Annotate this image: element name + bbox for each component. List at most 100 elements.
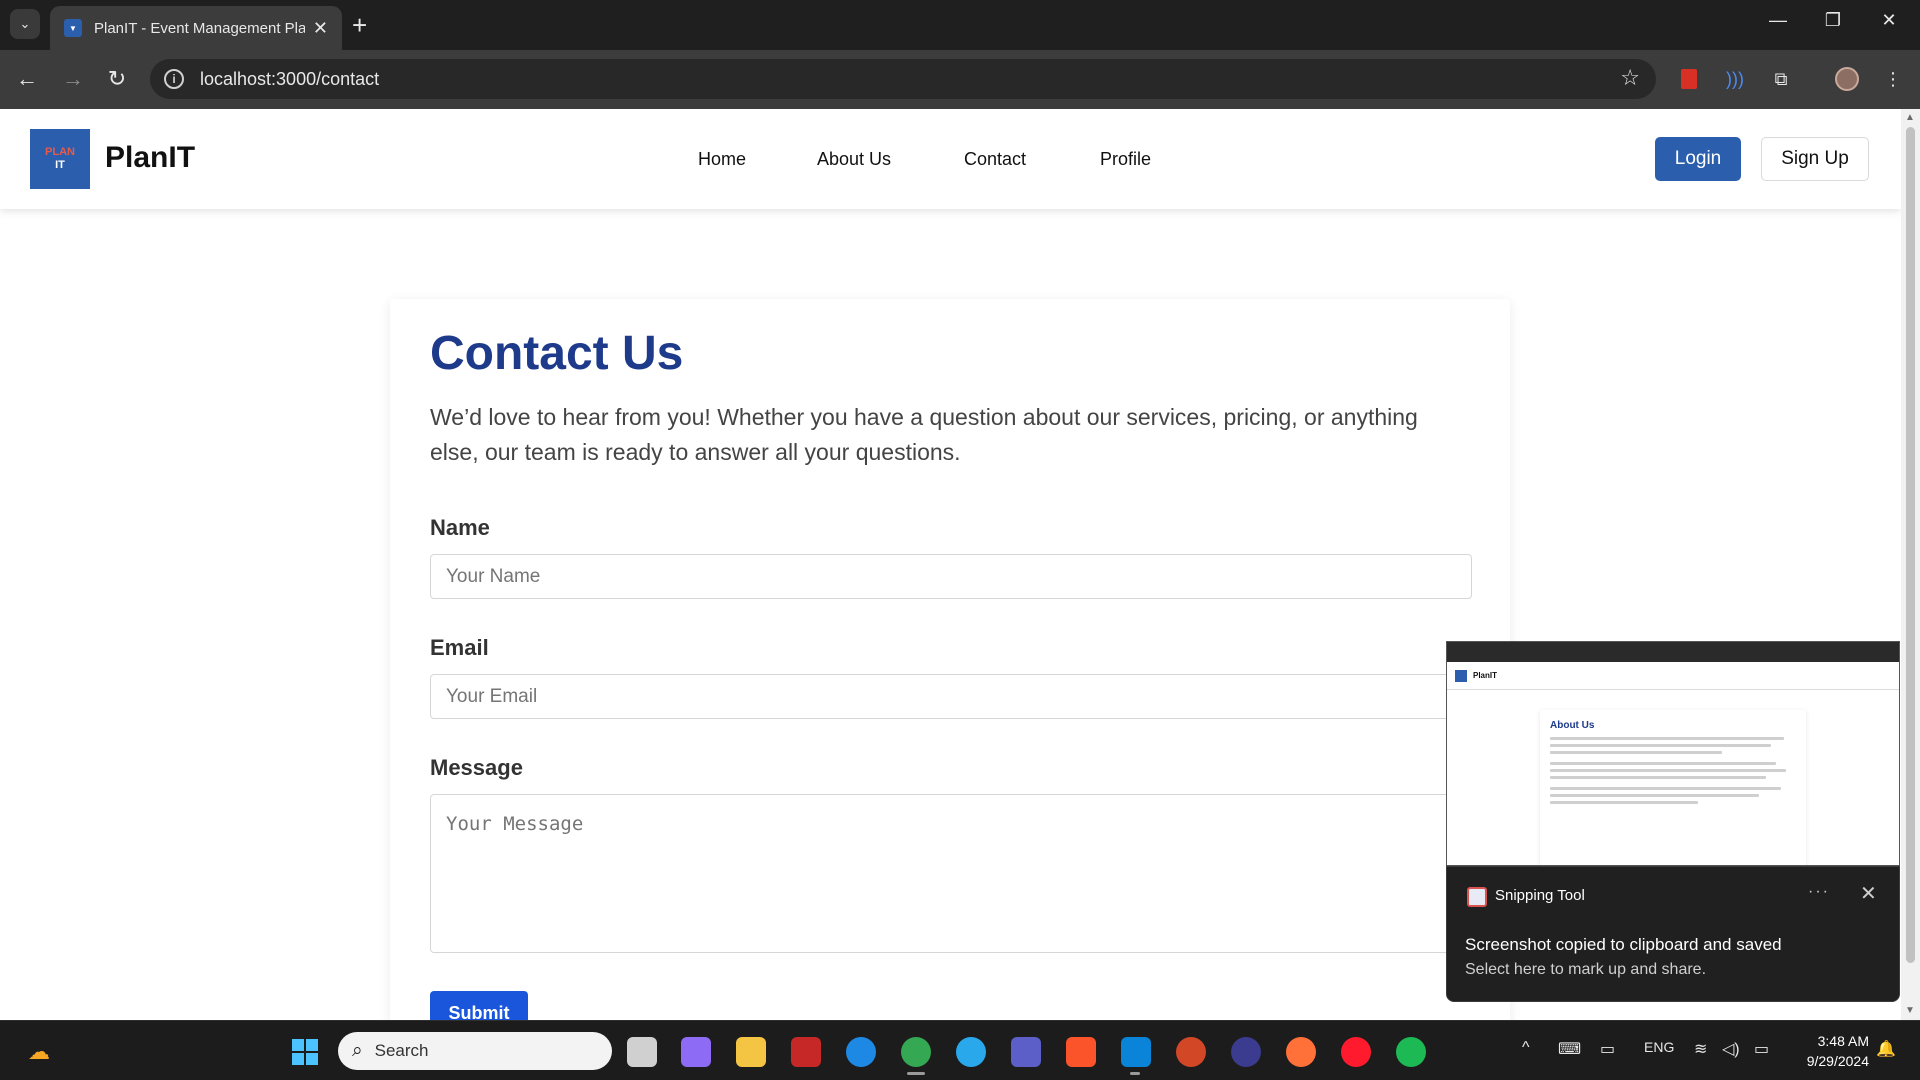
snip-logo-icon [1455, 669, 1467, 682]
address-bar[interactable]: i localhost:3000/contact ☆ [150, 59, 1656, 99]
snip-text-line [1550, 762, 1777, 765]
nav-contact[interactable]: Contact [964, 149, 1026, 170]
tab-favicon-icon: ▼ [64, 19, 82, 37]
snip-text-line [1550, 737, 1784, 740]
nav-home[interactable]: Home [698, 149, 746, 170]
clock-time: 3:48 AM [1817, 1033, 1869, 1049]
profile-avatar[interactable] [1834, 66, 1860, 92]
language-indicator[interactable]: ENG [1644, 1039, 1674, 1055]
file-explorer-icon[interactable] [736, 1037, 766, 1067]
task-view-icon[interactable] [627, 1037, 657, 1067]
message-field[interactable] [430, 794, 1472, 953]
chrome-active-indicator [907, 1072, 925, 1075]
vscode-icon[interactable] [1121, 1037, 1151, 1067]
snip-chrome [1447, 642, 1899, 662]
browser-tab[interactable]: ▼ PlanIT - Event Management Pla ✕ [50, 6, 342, 50]
notification-bell-icon[interactable]: 🔔 [1876, 1039, 1896, 1059]
tab-title: PlanIT - Event Management Pla [94, 19, 305, 37]
snip-text-line [1550, 787, 1782, 790]
browser-toolbar: ← → ↻ i localhost:3000/contact ☆ ))) ⧉ ⋮ [0, 50, 1920, 109]
new-tab-button[interactable]: + [352, 10, 367, 40]
brave-icon[interactable] [1066, 1037, 1096, 1067]
browser-menu-icon[interactable]: ⋮ [1880, 66, 1906, 92]
teams-icon[interactable] [1011, 1037, 1041, 1067]
bookmark-star-icon[interactable]: ☆ [1620, 65, 1640, 91]
nav-about-us[interactable]: About Us [817, 149, 891, 170]
tab-search-dropdown[interactable]: ⌄ [10, 9, 40, 39]
display-icon[interactable]: ▭ [1600, 1039, 1615, 1059]
extension-red-icon[interactable] [1676, 66, 1702, 92]
spotify-icon[interactable] [1396, 1037, 1426, 1067]
extension-audio-icon[interactable]: ))) [1722, 66, 1748, 92]
telegram-icon[interactable] [956, 1037, 986, 1067]
snip-text-line [1550, 794, 1760, 797]
browser-tab-strip: ⌄ ▼ PlanIT - Event Management Pla ✕ + — … [0, 0, 1920, 50]
site-header: PLAN IT PlanIT Home About Us Contact Pro… [0, 109, 1901, 209]
extensions-puzzle-icon[interactable]: ⧉ [1768, 66, 1794, 92]
snip-card: About Us [1540, 710, 1806, 865]
toast-message: Screenshot copied to clipboard and saved [1465, 935, 1782, 954]
snip-card-title: About Us [1550, 720, 1595, 731]
snip-text-line [1550, 801, 1698, 804]
nav-profile[interactable]: Profile [1100, 149, 1151, 170]
snip-thumbnail[interactable]: PlanIT About Us [1446, 641, 1900, 866]
wifi-icon[interactable]: ≋ [1694, 1039, 1707, 1059]
show-hidden-icons-icon[interactable]: ^ [1522, 1039, 1530, 1057]
chevron-down-icon: ⌄ [19, 16, 31, 31]
clock[interactable]: 3:48 AM 9/29/2024 [1795, 1031, 1869, 1071]
scrollbar-thumb[interactable] [1906, 127, 1915, 963]
brand-name[interactable]: PlanIT [105, 141, 195, 175]
app-red-icon[interactable] [791, 1037, 821, 1067]
snipping-tool-toast[interactable]: Snipping Tool ··· ✕ Screenshot copied to… [1446, 866, 1900, 1002]
scroll-up-icon[interactable]: ▲ [1905, 112, 1915, 123]
email-label: Email [430, 635, 489, 660]
snip-brand: PlanIT [1473, 671, 1498, 680]
submit-button[interactable]: Submit [430, 991, 528, 1020]
toast-app-name: Snipping Tool [1495, 887, 1585, 904]
eclipse-icon[interactable] [1231, 1037, 1261, 1067]
snipping-tool-icon [1467, 887, 1487, 907]
taskbar-search[interactable]: ⌕ Search [338, 1032, 612, 1070]
minimize-icon[interactable]: — [1763, 10, 1793, 31]
vscode-active-indicator [1130, 1072, 1140, 1075]
clock-date: 9/29/2024 [1806, 1053, 1869, 1069]
url-text[interactable]: localhost:3000/contact [200, 69, 379, 90]
page-title: Contact Us [430, 327, 684, 380]
logo-text-top: PLAN [45, 146, 75, 158]
battery-icon[interactable]: ▭ [1754, 1039, 1769, 1059]
snip-text-line [1550, 744, 1772, 747]
signup-button[interactable]: Sign Up [1761, 137, 1869, 181]
search-icon: ⌕ [352, 1040, 363, 1061]
keyboard-icon[interactable]: ⌨ [1558, 1039, 1581, 1059]
search-label: Search [374, 1041, 429, 1060]
volume-icon[interactable]: ◁) [1722, 1039, 1740, 1059]
chrome-icon[interactable] [901, 1037, 931, 1067]
close-icon[interactable]: ✕ [1860, 881, 1877, 906]
site-info-icon[interactable]: i [164, 69, 184, 89]
close-icon[interactable]: ✕ [313, 18, 328, 39]
windows-taskbar: ☁ ⌕ Search ^ ⌨ ▭ ENG ≋ ◁) ▭ 3:48 AM 9/29… [0, 1020, 1920, 1080]
forward-arrow-icon[interactable]: → [58, 64, 88, 94]
powerpoint-icon[interactable] [1176, 1037, 1206, 1067]
page-scrollbar[interactable]: ▲ ▼ [1901, 109, 1920, 1020]
snip-site-header: PlanIT [1447, 662, 1899, 690]
name-field[interactable] [430, 554, 1472, 599]
snip-text-line [1550, 751, 1723, 754]
firefox-icon[interactable] [1286, 1037, 1316, 1067]
email-field[interactable] [430, 674, 1472, 719]
restore-icon[interactable]: ❐ [1818, 10, 1848, 31]
start-windows-icon[interactable] [290, 1037, 320, 1067]
logo-text-bottom: IT [55, 159, 65, 171]
more-options-icon[interactable]: ··· [1808, 883, 1830, 901]
window-close-icon[interactable]: ✕ [1874, 10, 1904, 31]
login-button[interactable]: Login [1655, 137, 1741, 181]
opera-icon[interactable] [1341, 1037, 1371, 1067]
message-label: Message [430, 755, 523, 780]
copilot-icon[interactable] [681, 1037, 711, 1067]
scroll-down-icon[interactable]: ▼ [1905, 1005, 1915, 1016]
widgets-icon[interactable]: ☁ [24, 1037, 54, 1067]
planit-logo[interactable]: PLAN IT [30, 129, 90, 189]
reload-icon[interactable]: ↻ [102, 64, 132, 94]
back-arrow-icon[interactable]: ← [12, 64, 42, 94]
edge-icon[interactable] [846, 1037, 876, 1067]
